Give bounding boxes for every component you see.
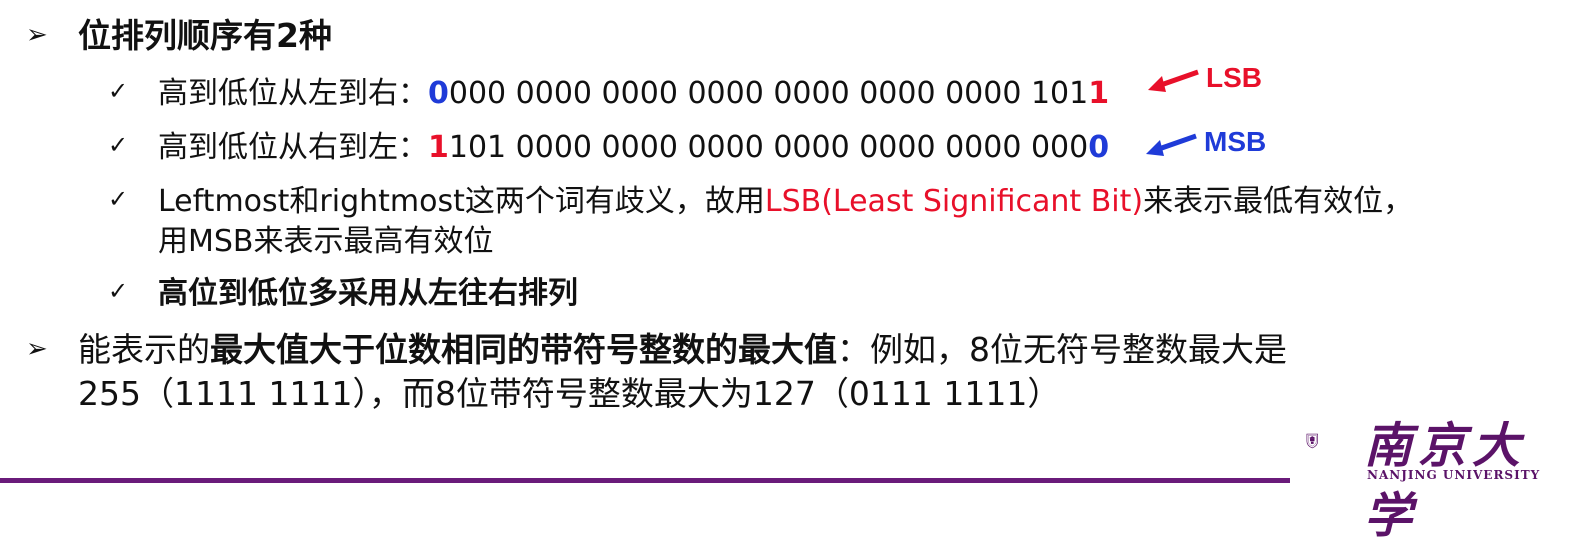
bullet-row-right-to-left: ✓ 高到低位从右到左：1101 0000 0000 0000 0000 0000… — [108, 128, 1109, 168]
heading2-bold: 最大值大于位数相同的带符号整数的最大值 — [210, 330, 837, 369]
heading-bit-order: 位排列顺序有2种 — [78, 16, 332, 55]
bullet-heading-2: ➢ 能表示的最大值大于位数相同的带符号整数的最大值：例如，8位无符号整数最大是 2… — [26, 328, 1287, 416]
bit-string: 000 0000 0000 0000 0000 0000 0000 101 — [448, 76, 1089, 111]
university-name-en: NANJING UNIVERSITY — [1367, 468, 1541, 482]
last-bit: 1 — [1088, 76, 1110, 111]
row-prefix: 高到低位从右到左： — [158, 130, 428, 165]
check-bullet-icon: ✓ — [108, 131, 129, 159]
blue-arrow-icon — [1146, 133, 1197, 156]
row-left-to-right-text: 高到低位从左到右：0000 0000 0000 0000 0000 0000 0… — [158, 74, 1109, 114]
heading2-line2: 255（1111 1111），而8位带符号整数最大为127（0111 1111） — [78, 374, 1061, 413]
bullet-row-common-order: ✓ 高位到低位多采用从左往右排列 — [108, 274, 578, 314]
row-right-to-left-text: 高到低位从右到左：1101 0000 0000 0000 0000 0000 0… — [158, 128, 1109, 168]
heading-max-value: 能表示的最大值大于位数相同的带符号整数的最大值：例如，8位无符号整数最大是 255… — [78, 328, 1287, 416]
row-common-order-text: 高位到低位多采用从左往右排列 — [158, 276, 578, 311]
row-prefix: 高到低位从左到右： — [158, 76, 428, 111]
row3-line2: 用MSB来表示最高有效位 — [158, 224, 494, 259]
arrow-bullet-icon: ➢ — [26, 334, 48, 364]
bullet-row-lsb-msb: ✓ Leftmost和rightmost这两个词有歧义，故用LSB(Least … — [108, 182, 1413, 262]
row3-line1-b: 来表示最低有效位， — [1143, 184, 1414, 219]
lsb-definition: LSB(Least Significant Bit) — [764, 184, 1144, 219]
last-bit: 0 — [1088, 130, 1110, 165]
msb-annotation: MSB — [1144, 124, 1266, 160]
check-bullet-icon: ✓ — [108, 185, 129, 213]
heading2-a: 能表示的 — [78, 330, 210, 369]
lsb-label: LSB — [1206, 62, 1262, 93]
check-bullet-icon: ✓ — [108, 277, 129, 305]
check-bullet-icon: ✓ — [108, 77, 129, 105]
bit-string: 101 0000 0000 0000 0000 0000 0000 000 — [448, 130, 1089, 165]
arrow-bullet-icon: ➢ — [26, 20, 48, 50]
first-bit: 1 — [428, 130, 449, 165]
first-bit: 0 — [428, 76, 449, 111]
university-emblem-icon — [1306, 433, 1318, 449]
bullet-heading-1: ➢ 位排列顺序有2种 — [26, 14, 332, 58]
lsb-annotation: LSB — [1146, 60, 1262, 96]
heading2-c: ：例如，8位无符号整数最大是 — [837, 330, 1287, 369]
row3-line1-a: Leftmost和rightmost这两个词有歧义，故用 — [158, 184, 765, 219]
bullet-row-left-to-right: ✓ 高到低位从左到右：0000 0000 0000 0000 0000 0000… — [108, 74, 1109, 114]
red-arrow-icon — [1148, 69, 1199, 92]
footer-divider — [0, 478, 1290, 483]
row-lsb-msb-text: Leftmost和rightmost这两个词有歧义，故用LSB(Least Si… — [158, 182, 1413, 262]
slide: ➢ 位排列顺序有2种 ✓ 高到低位从左到右：0000 0000 0000 000… — [0, 0, 1570, 544]
msb-label: MSB — [1204, 126, 1267, 157]
